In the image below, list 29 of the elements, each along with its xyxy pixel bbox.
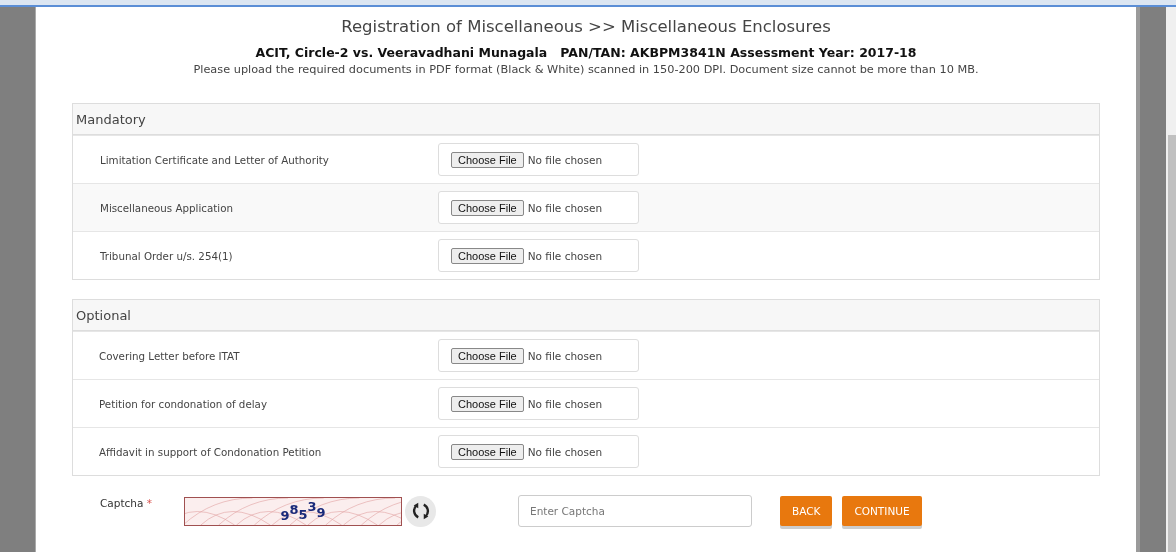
upload-instructions-text: Please upload the required documents in PDF format (Black & White) scanned in 150-200 DPI. Document size cannot be more than 10 MB. — [192, 63, 980, 76]
page-title: Registration of Miscellaneous >> Miscellaneous Enclosures — [340, 17, 832, 36]
file-status-text: No file chosen — [527, 201, 603, 214]
captcha-label: Captcha — [100, 497, 144, 509]
choose-file-button[interactable]: Choose File — [451, 247, 524, 264]
file-status-text: No file chosen — [527, 349, 603, 362]
section-heading: Mandatory — [73, 104, 1099, 135]
choose-file-button[interactable]: Choose File — [451, 395, 524, 412]
section-heading: Optional — [73, 300, 1099, 331]
case-details-text: ACIT, Circle-2 vs. Veeravadhani Munagala PAN/TAN: AKBPM3841N Assessment Year: 2017-18 — [254, 45, 918, 60]
choose-file-button[interactable]: Choose File — [451, 151, 524, 168]
scrollbar-thumb[interactable] — [1168, 135, 1176, 552]
document-label: Miscellaneous Application — [99, 201, 234, 214]
document-label: Tribunal Order u/s. 254(1) — [99, 249, 234, 262]
captcha-input[interactable]: Enter Captcha — [518, 495, 752, 527]
file-status-text: No file chosen — [527, 153, 603, 166]
choose-file-button[interactable]: Choose File — [451, 199, 524, 216]
captcha-image: 98539 — [184, 496, 402, 526]
file-status-text: No file chosen — [527, 249, 603, 262]
document-label: Affidavit in support of Condonation Petition — [98, 445, 323, 458]
file-status-text: No file chosen — [527, 397, 603, 410]
required-mark: * — [146, 497, 152, 509]
document-label: Petition for condonation of delay — [98, 397, 268, 410]
file-status-text: No file chosen — [527, 445, 603, 458]
refresh-icon[interactable] — [405, 495, 436, 527]
choose-file-button[interactable]: Choose File — [451, 347, 524, 364]
document-label: Covering Letter before ITAT — [98, 349, 241, 362]
choose-file-button[interactable]: Choose File — [451, 443, 524, 460]
document-label: Limitation Certificate and Letter of Authority — [99, 153, 330, 166]
